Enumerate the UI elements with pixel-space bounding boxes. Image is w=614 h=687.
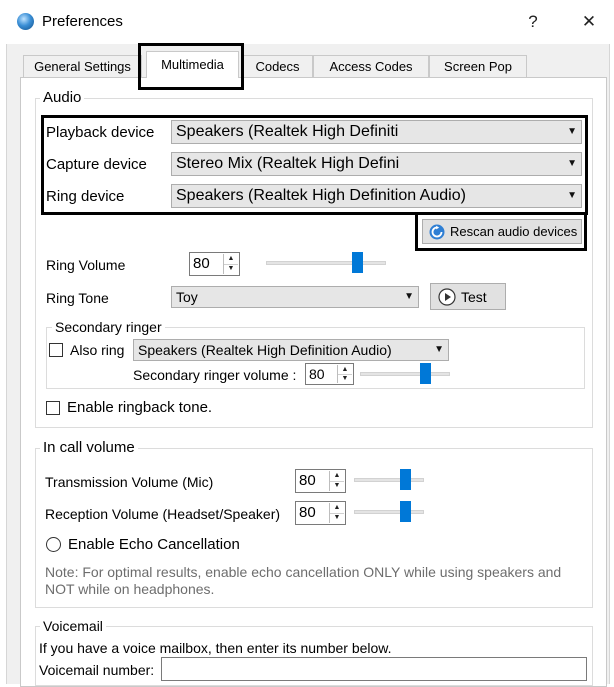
capture-device-label: Capture device [46, 156, 147, 173]
reception-volume-value: 80 [299, 504, 316, 521]
chevron-down-icon: ▼ [434, 344, 444, 355]
transmission-volume-value: 80 [299, 472, 316, 489]
ring-tone-label: Ring Tone [46, 290, 109, 306]
ringback-label: Enable ringback tone. [67, 399, 213, 416]
ring-volume-slider-thumb[interactable] [352, 252, 363, 273]
spin-down-icon[interactable]: ▼ [330, 513, 344, 523]
ringback-checkbox[interactable] [46, 401, 60, 415]
refresh-icon [429, 224, 445, 240]
in-call-volume-legend: In call volume [40, 440, 138, 456]
playback-device-select[interactable]: Speakers (Realtek High Definiti ▼ [171, 120, 582, 144]
spin-down-icon[interactable]: ▼ [224, 264, 238, 274]
audio-legend: Audio [40, 90, 85, 106]
help-button[interactable]: ? [510, 8, 556, 36]
also-ring-label: Also ring [70, 342, 125, 358]
reception-volume-spinner[interactable]: 80 ▲ ▼ [295, 501, 346, 525]
voicemail-number-input[interactable] [161, 657, 587, 681]
echo-cancellation-note: Note: For optimal results, enable echo c… [45, 564, 562, 597]
tab-access-codes[interactable]: Access Codes [313, 55, 429, 77]
chevron-down-icon: ▼ [404, 291, 414, 302]
voicemail-number-label: Voicemail number: [39, 662, 155, 678]
transmission-volume-slider-track[interactable] [354, 478, 424, 482]
reception-volume-label: Reception Volume (Headset/Speaker) [45, 506, 281, 522]
secondary-ring-device-value: Speakers (Realtek High Definition Audio) [138, 342, 392, 358]
secondary-ringer-volume-slider-thumb[interactable] [420, 363, 431, 384]
ring-volume-spinner[interactable]: 80 ▲ ▼ [189, 252, 240, 276]
tab-screen-pop[interactable]: Screen Pop [429, 55, 527, 77]
secondary-ringer-volume-spinner[interactable]: 80 ▲ ▼ [305, 363, 354, 385]
spinner-buttons: ▲ ▼ [223, 254, 238, 274]
ring-tone-value: Toy [176, 289, 198, 305]
spinner-buttons: ▲ ▼ [329, 503, 344, 523]
secondary-ringer-legend: Secondary ringer [52, 319, 165, 335]
close-button[interactable]: ✕ [566, 8, 612, 36]
voicemail-description: If you have a voice mailbox, then enter … [39, 640, 392, 656]
capture-device-value: Stereo Mix (Realtek High Defini [176, 155, 400, 172]
secondary-ring-device-select[interactable]: Speakers (Realtek High Definition Audio)… [133, 339, 449, 361]
echo-cancellation-label: Enable Echo Cancellation [68, 536, 240, 553]
test-button-label: Test [461, 289, 487, 305]
ring-volume-label: Ring Volume [46, 257, 126, 273]
tab-multimedia[interactable]: Multimedia [146, 51, 239, 78]
capture-device-select[interactable]: Stereo Mix (Realtek High Defini ▼ [171, 152, 582, 176]
rescan-audio-devices-label: Rescan audio devices [450, 224, 578, 239]
app-globe-icon [17, 13, 34, 30]
tab-codecs[interactable]: Codecs [242, 55, 313, 77]
ring-device-label: Ring device [46, 188, 125, 205]
playback-device-value: Speakers (Realtek High Definiti [176, 123, 399, 140]
chevron-down-icon: ▼ [567, 158, 577, 169]
echo-cancellation-radio[interactable] [46, 537, 61, 552]
spinner-buttons: ▲ ▼ [337, 365, 352, 383]
chevron-down-icon: ▼ [567, 190, 577, 201]
also-ring-checkbox[interactable] [49, 343, 63, 357]
ring-device-select[interactable]: Speakers (Realtek High Definition Audio)… [171, 184, 582, 208]
transmission-volume-slider-thumb[interactable] [400, 469, 411, 490]
transmission-volume-label: Transmission Volume (Mic) [45, 474, 214, 490]
spinner-buttons: ▲ ▼ [329, 471, 344, 491]
secondary-ringer-volume-label: Secondary ringer volume : [133, 367, 297, 383]
reception-volume-slider-track[interactable] [354, 510, 424, 514]
play-icon [438, 288, 456, 306]
ring-volume-value: 80 [193, 255, 210, 272]
reception-volume-slider-thumb[interactable] [400, 501, 411, 522]
transmission-volume-spinner[interactable]: 80 ▲ ▼ [295, 469, 346, 493]
ring-volume-slider-track[interactable] [266, 261, 386, 265]
playback-device-label: Playback device [46, 124, 155, 141]
window-title: Preferences [42, 13, 123, 30]
voicemail-legend: Voicemail [40, 618, 106, 634]
secondary-ringer-volume-slider-track[interactable] [360, 372, 450, 376]
spin-down-icon[interactable]: ▼ [338, 374, 352, 383]
ring-device-value: Speakers (Realtek High Definition Audio) [176, 187, 466, 204]
ring-tone-select[interactable]: Toy ▼ [171, 286, 419, 308]
secondary-ringer-volume-value: 80 [309, 366, 325, 382]
spin-down-icon[interactable]: ▼ [330, 481, 344, 491]
rescan-audio-devices-button[interactable]: Rescan audio devices [422, 219, 582, 244]
tab-general-settings[interactable]: General Settings [23, 55, 142, 77]
test-ring-tone-button[interactable]: Test [430, 283, 506, 310]
chevron-down-icon: ▼ [567, 126, 577, 137]
